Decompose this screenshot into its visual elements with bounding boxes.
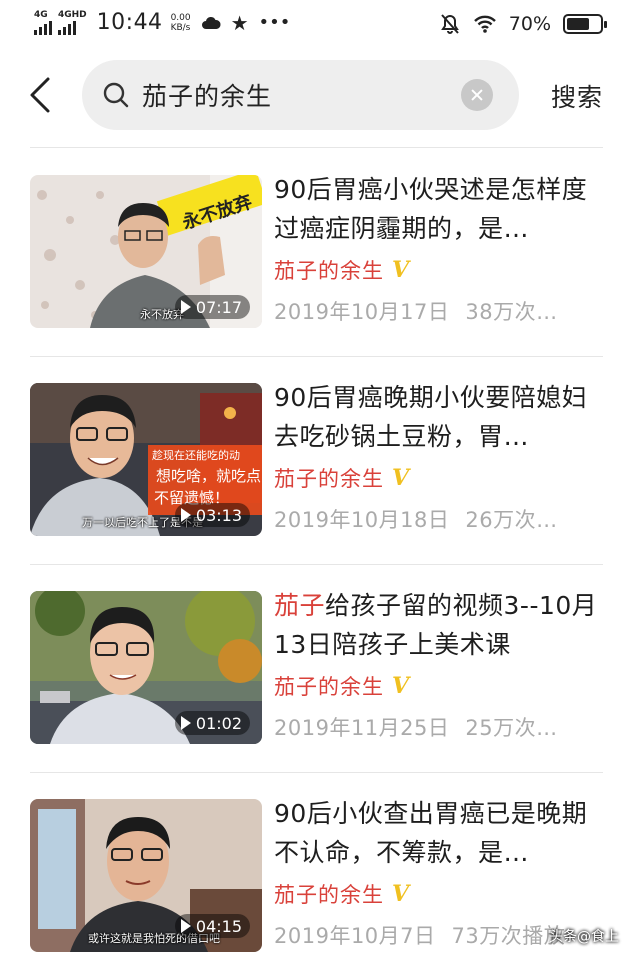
mute-bell-icon [440,14,459,34]
thumb-banner-2: 想吃啥，就吃点 [156,467,261,485]
author-name[interactable]: 茄子的余生 V [274,879,410,909]
verified-icon: V [392,673,411,699]
verified-icon: V [392,257,411,283]
search-header: 茄子的余生 搜索 [0,58,633,132]
author-name[interactable]: 茄子的余生 V [274,255,410,285]
publish-date: 2019年10月17日 [274,300,450,324]
play-icon [180,508,191,522]
search-icon [103,82,129,108]
video-meta: 2019年10月18日 26万次… [274,504,584,534]
list-item[interactable]: 或许这就是我怕死的借口吧 04:15 90后小伙查出胃癌已是晚期不认命，不筹款，… [0,772,633,960]
play-icon [180,716,191,730]
duration-text: 07:17 [195,297,242,317]
title-text: 90后小伙查出胃癌已是晚期不认命，不筹款，是… [274,799,588,867]
duration-badge: 04:15 [174,914,250,938]
clear-icon[interactable] [461,79,493,111]
watermark: 头条@食上 [549,929,619,945]
play-icon [180,919,191,933]
thumb-banner-1: 趁现在还能吃的动 [152,448,240,462]
video-title[interactable]: 90后小伙查出胃癌已是晚期不认命，不筹款，是… [274,794,604,872]
publish-date: 2019年11月25日 [274,716,450,740]
title-text: 90后胃癌小伙哭述是怎样度过癌症阴霾期的，是… [274,175,588,243]
title-text: 90后胃癌晚期小伙要陪媳妇去吃砂锅土豆粉，胃… [274,383,588,451]
duration-text: 03:13 [195,505,242,525]
view-count: 26万次… [465,508,558,532]
publish-date: 2019年10月18日 [274,508,450,532]
view-count: 25万次… [465,716,558,740]
duration-badge: 07:17 [174,295,250,319]
video-thumbnail[interactable]: 01:02 [30,591,262,744]
search-query[interactable]: 茄子的余生 [142,77,272,113]
video-thumbnail[interactable]: 永不放弃 永不放弃 07:17 [30,175,262,328]
battery-percent: 70% [508,13,551,35]
verified-icon: V [392,881,411,907]
author-label: 茄子的余生 [274,883,384,907]
play-icon [180,300,191,314]
video-thumbnail[interactable]: 或许这就是我怕死的借口吧 04:15 [30,799,262,952]
battery-icon [563,14,607,34]
signal-4ghd-icon: 4GHD [58,9,87,35]
network-label-2: 4GHD [58,9,87,20]
video-meta: 2019年10月7日 73万次播放 [274,920,584,950]
publish-date: 2019年10月7日 [274,924,436,948]
author-label: 茄子的余生 [274,259,384,283]
duration-text: 04:15 [195,916,242,936]
video-title[interactable]: 90后胃癌小伙哭述是怎样度过癌症阴霾期的，是… [274,170,604,248]
video-title[interactable]: 90后胃癌晚期小伙要陪媳妇去吃砂锅土豆粉，胃… [274,378,604,456]
speed-unit: KB/s [170,22,191,33]
list-item[interactable]: 01:02 茄子给孩子留的视频3--10月13日陪孩子上美术课 茄子的余生 V … [0,564,633,772]
duration-text: 01:02 [195,713,242,733]
wifi-icon [473,15,496,33]
duration-badge: 03:13 [174,503,250,527]
network-speed: 0.00 KB/s [171,13,191,33]
search-button[interactable]: 搜索 [551,78,603,114]
status-bar: 4G 4GHD 10:44 0.00 KB/s ★ ••• 70% [0,0,633,50]
title-highlight: 茄子 [274,591,326,620]
search-input[interactable]: 茄子的余生 [82,60,519,130]
video-meta: 2019年11月25日 25万次… [274,712,584,742]
list-item[interactable]: 趁现在还能吃的动 想吃啥，就吃点 不留遗憾！ 万一以后吃不上了是不是 03:13… [0,356,633,564]
video-meta: 2019年10月17日 38万次… [274,296,584,326]
verified-icon: V [392,465,411,491]
speed-value: 0.00 [170,12,191,23]
clock: 10:44 [96,10,163,35]
duration-badge: 01:02 [174,711,250,735]
more-dots-icon: ••• [258,12,291,33]
author-label: 茄子的余生 [274,675,384,699]
network-label-1: 4G [34,9,48,20]
author-name[interactable]: 茄子的余生 V [274,463,410,493]
author-label: 茄子的余生 [274,467,384,491]
video-thumbnail[interactable]: 趁现在还能吃的动 想吃啥，就吃点 不留遗憾！ 万一以后吃不上了是不是 03:13 [30,383,262,536]
author-name[interactable]: 茄子的余生 V [274,671,410,701]
signal-4g-icon: 4G [34,9,52,35]
view-count: 38万次… [465,300,558,324]
results-list: 永不放弃 永不放弃 07:17 90后胃癌小伙哭述是怎样度过癌症阴霾期的，是… … [0,148,633,960]
back-arrow-icon[interactable] [26,76,56,114]
list-item[interactable]: 永不放弃 永不放弃 07:17 90后胃癌小伙哭述是怎样度过癌症阴霾期的，是… … [0,148,633,356]
cloud-icon [201,16,221,29]
star-icon: ★ [230,10,249,35]
video-title[interactable]: 茄子给孩子留的视频3--10月13日陪孩子上美术课 [274,586,604,664]
